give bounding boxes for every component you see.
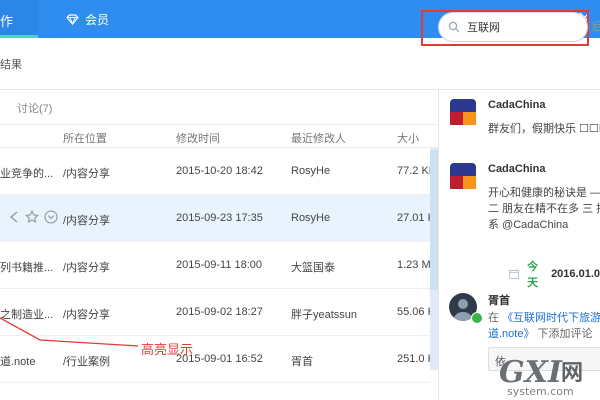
scrollbar-thumb[interactable] bbox=[430, 150, 438, 290]
tab-discussion[interactable]: 讨论(7) bbox=[17, 100, 52, 116]
file-name: 列书籍推... bbox=[0, 262, 54, 274]
diamond-icon bbox=[66, 13, 79, 25]
search-icon bbox=[448, 21, 460, 33]
message-author: CadaChina bbox=[488, 99, 546, 111]
file-modifier: 胥首 bbox=[291, 356, 313, 368]
file-name: 业竞争的... bbox=[0, 168, 54, 180]
message-text: 群友们，假期快乐 ☐☐☐☐ bbox=[488, 123, 600, 135]
file-modifier: RosyHe bbox=[291, 165, 331, 177]
breadcrumb: 结果 bbox=[0, 59, 22, 71]
file-location: /内容分享 bbox=[63, 168, 111, 180]
table-header: 所在位置 修改时间 最近修改人 大小 bbox=[0, 124, 438, 148]
date-today: 今天 bbox=[527, 261, 539, 289]
file-modified-time: 2015-09-11 18:00 bbox=[176, 259, 263, 271]
message-text: 二 朋友在精不在多 三 持 bbox=[488, 203, 600, 215]
more-options-icon[interactable] bbox=[44, 210, 58, 224]
date-value: 2016.01.0 bbox=[551, 268, 600, 280]
online-badge-icon bbox=[471, 312, 483, 324]
comment-document-link[interactable]: 道.note》 bbox=[488, 328, 534, 340]
column-header-size[interactable]: 大小 bbox=[397, 130, 419, 146]
message-text: 系 @CadaChina bbox=[488, 219, 569, 231]
column-header-modified-time[interactable]: 修改时间 bbox=[176, 130, 220, 146]
gxi-watermark-logo: GXI 网 system.com bbox=[499, 355, 583, 398]
search-field[interactable] bbox=[438, 12, 588, 42]
svg-text:system.com: system.com bbox=[507, 385, 574, 398]
tab-member-label: 会员 bbox=[85, 12, 110, 27]
file-modifier: 胖子yeatssun bbox=[291, 309, 358, 321]
file-modified-time: 2015-09-02 18:27 bbox=[176, 306, 263, 318]
file-modified-time: 2015-09-23 17:35 bbox=[176, 212, 263, 224]
comment-line: 道.note》 下添加评论 bbox=[488, 326, 593, 342]
column-header-modifier[interactable]: 最近修改人 bbox=[291, 130, 346, 146]
sub-toolbar-right-text: 后 bbox=[592, 21, 600, 33]
date-divider: 今天 2016.01.0 bbox=[509, 258, 600, 290]
comment-suffix: 下添加评论 bbox=[537, 328, 593, 340]
file-modified-time: 2015-10-20 18:42 bbox=[176, 165, 263, 177]
message-author: CadaChina bbox=[488, 163, 546, 175]
share-icon[interactable] bbox=[8, 210, 20, 224]
cadachina-logo-avatar bbox=[449, 98, 477, 126]
svg-text:网: 网 bbox=[561, 361, 583, 386]
message-text: 开心和健康的秘诀是 — 不 bbox=[488, 187, 600, 199]
comment-line: 在 《互联网时代下旅游业 bbox=[488, 310, 600, 326]
comment-author: 胥首 bbox=[488, 295, 510, 307]
comment-prefix: 在 bbox=[488, 312, 499, 324]
table-row[interactable]: 业竞争的... /内容分享 2015-10-20 18:42 RosyHe 77… bbox=[0, 148, 436, 195]
file-modifier: 大篮国泰 bbox=[291, 262, 335, 274]
table-row[interactable]: 列书籍推... /内容分享 2015-09-11 18:00 大篮国泰 1.23… bbox=[0, 242, 438, 289]
column-header-location[interactable]: 所在位置 bbox=[63, 130, 107, 146]
cadachina-logo-avatar bbox=[449, 162, 477, 190]
tab-work-label: 作 bbox=[0, 14, 14, 29]
file-location: /内容分享 bbox=[63, 262, 111, 274]
search-input[interactable] bbox=[467, 19, 577, 35]
calendar-icon bbox=[509, 269, 519, 279]
table-row-highlighted[interactable]: /内容分享 2015-09-23 17:35 RosyHe 27.01 KB bbox=[0, 195, 442, 242]
annotation-arrow bbox=[0, 317, 139, 347]
tab-member[interactable]: 会员 bbox=[66, 10, 109, 28]
file-location: /内容分享 bbox=[63, 215, 111, 227]
file-modifier: RosyHe bbox=[291, 212, 331, 224]
comment-document-link[interactable]: 《互联网时代下旅游业 bbox=[502, 312, 600, 324]
annotation-label: 高亮显示 bbox=[141, 342, 194, 357]
star-icon[interactable] bbox=[25, 210, 39, 224]
tab-work[interactable]: 作 bbox=[0, 0, 38, 38]
